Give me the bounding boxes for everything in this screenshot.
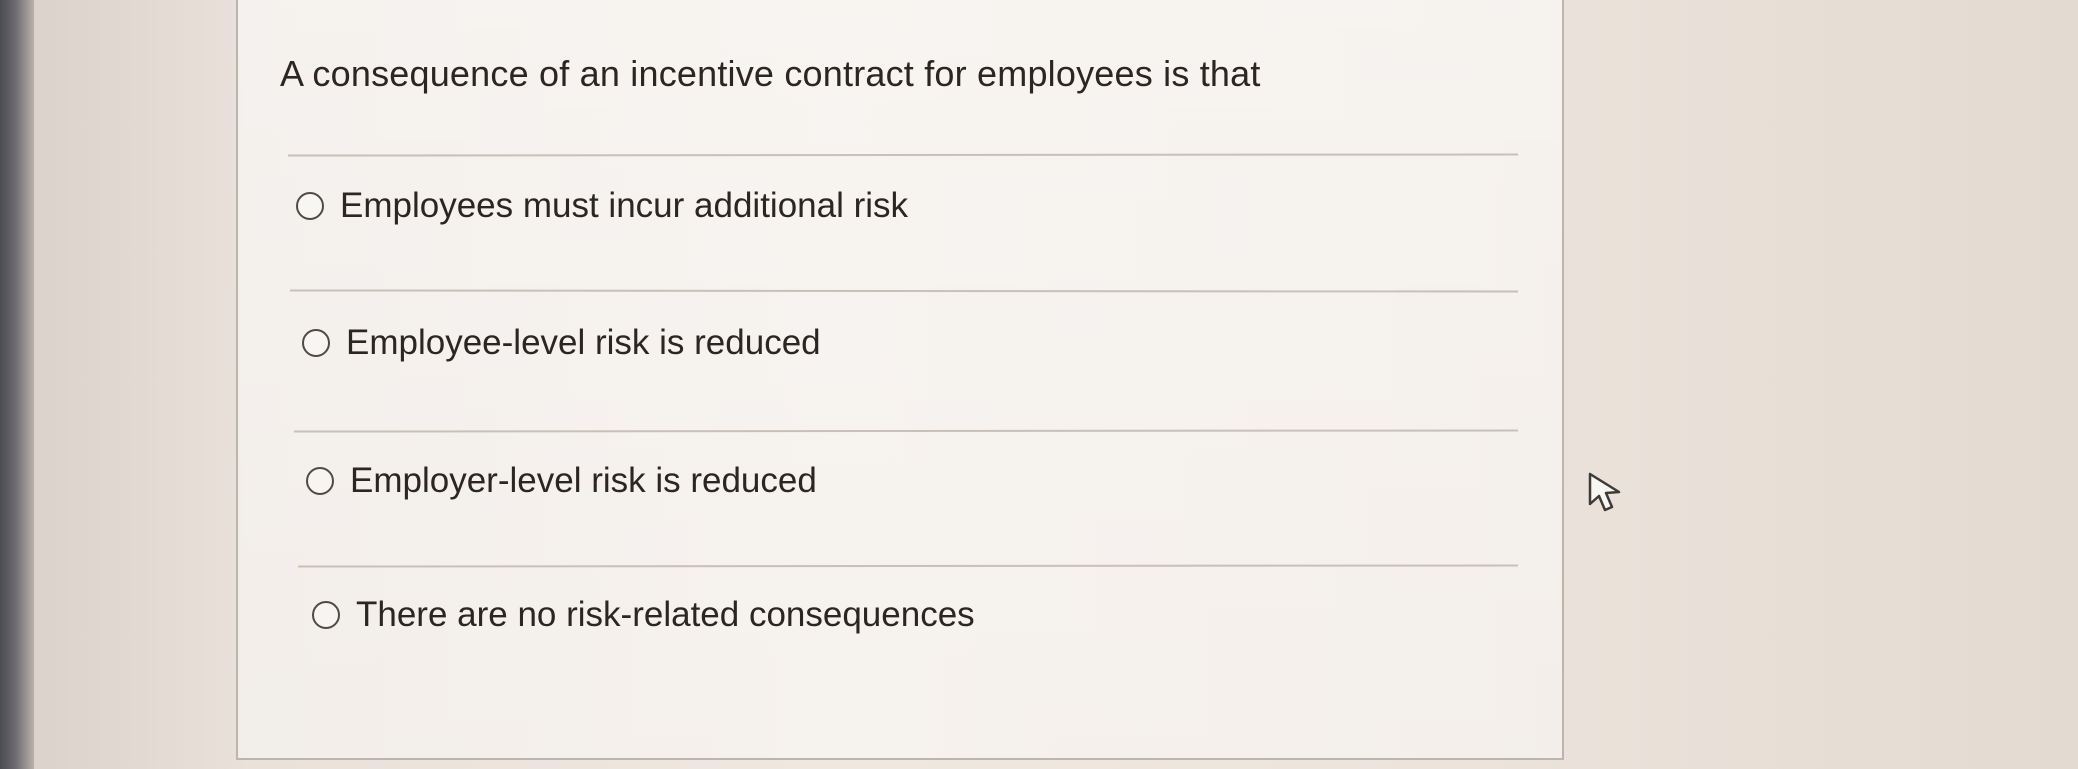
radio-empty-icon[interactable] [296, 192, 324, 220]
mouse-pointer-icon [1588, 472, 1621, 512]
left-edge-shadow [0, 0, 34, 769]
option-4-label: There are no risk-related consequences [356, 595, 975, 634]
divider-4 [297, 564, 1519, 568]
radio-empty-icon[interactable] [306, 467, 334, 495]
radio-empty-icon[interactable] [312, 601, 340, 629]
question-text: A consequence of an incentive contract f… [280, 53, 1261, 94]
option-3[interactable]: Employer-level risk is reduced [306, 457, 817, 505]
option-1-label: Employees must incur additional risk [340, 186, 909, 225]
option-2[interactable]: Employee-level risk is reduced [302, 319, 821, 367]
option-1[interactable]: Employees must incur additional risk [296, 182, 908, 230]
divider-3 [293, 429, 1519, 433]
question-card: A consequence of an incentive contract f… [236, 0, 1564, 760]
divider-1 [287, 153, 1519, 157]
divider-2 [289, 289, 1519, 293]
option-4[interactable]: There are no risk-related consequences [312, 591, 975, 639]
option-3-label: Employer-level risk is reduced [350, 461, 817, 500]
option-2-label: Employee-level risk is reduced [346, 323, 821, 362]
radio-empty-icon[interactable] [302, 329, 330, 357]
